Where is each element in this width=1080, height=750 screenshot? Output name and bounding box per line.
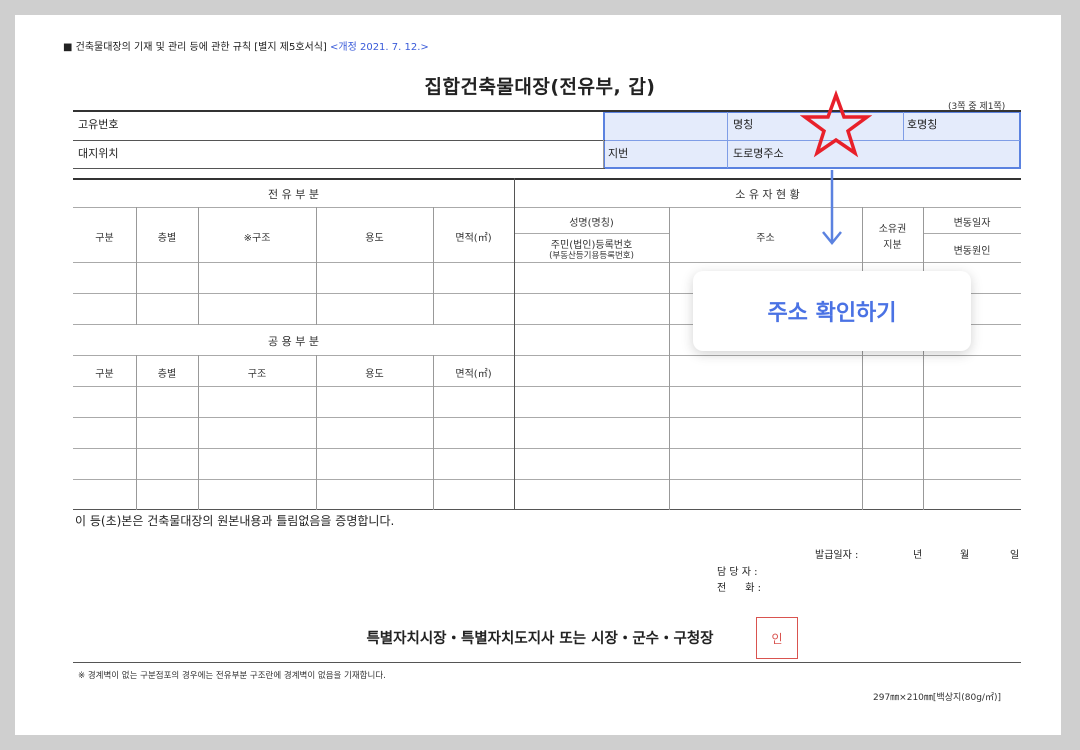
- common-col-division: 구분: [95, 369, 114, 380]
- unit-name-label: 호명칭: [907, 118, 938, 131]
- common-col-area: 면적(㎡): [455, 369, 492, 380]
- exclusive-heading: 전 유 부 분: [268, 188, 319, 201]
- row-divider: [73, 417, 1021, 418]
- row-divider: [73, 355, 1021, 356]
- issue-day: 일: [1010, 550, 1020, 561]
- ownership-heading: 소 유 자 현 황: [735, 188, 800, 201]
- issue-date-label: 발급일자 :: [815, 550, 859, 561]
- lot-no-label: 지번: [608, 147, 629, 160]
- col-divider: [862, 207, 863, 510]
- row-divider: [73, 386, 1021, 387]
- col-divider: [603, 140, 604, 168]
- reg-no-sub-label: (부동산등기용등록번호): [549, 251, 634, 261]
- callout-text: 주소 확인하기: [767, 301, 897, 326]
- address-check-callout[interactable]: 주소 확인하기: [693, 271, 971, 351]
- change-date-label: 변동일자: [953, 218, 991, 229]
- footnote: ※ 경계벽이 없는 구분점포의 경우에는 전유부분 구조란에 경계벽이 없음을 …: [78, 671, 386, 681]
- unique-no-label: 고유번호: [78, 118, 119, 131]
- row-divider: [73, 262, 1021, 263]
- common-col-structure: 구조: [247, 369, 267, 380]
- col-header-area: 면적(㎡): [455, 233, 492, 244]
- common-col-floor: 층별: [157, 369, 177, 380]
- document-title: 집합건축물대장(전유부, 갑): [424, 76, 656, 98]
- common-col-use: 용도: [365, 369, 384, 380]
- owner-name-label: 성명(명칭): [569, 218, 614, 229]
- star-outline-icon: [800, 90, 872, 158]
- col-divider: [433, 207, 434, 325]
- paper-size-note: 297㎜×210㎜[백상지(80g/㎡)]: [873, 693, 1001, 703]
- row-divider: [514, 233, 669, 234]
- issue-year: 년: [913, 550, 923, 561]
- certification-text: 이 등(초)본은 건축물대장의 원본내용과 틀림없음을 증명합니다.: [75, 514, 395, 528]
- row-divider: [73, 479, 1021, 480]
- col-divider: [136, 207, 137, 325]
- road-address-label: 도로명주소: [733, 147, 784, 160]
- arrow-down-icon: [822, 170, 842, 245]
- phone-label: 전 화 :: [717, 583, 762, 594]
- site-location-label: 대지위치: [78, 147, 119, 160]
- share-label-1: 소유권: [878, 224, 907, 235]
- common-heading: 공 용 부 분: [268, 335, 319, 348]
- form-ref-text: ■ 건축물대장의 기재 및 관리 등에 관한 규칙 [별지 제5호서식]: [63, 42, 327, 53]
- highlight-divider: [727, 140, 728, 168]
- revision-text: <개정 2021. 7. 12.>: [330, 42, 429, 53]
- row-divider: [73, 140, 605, 141]
- form-reference: ■ 건축물대장의 기재 및 관리 등에 관한 규칙 [별지 제5호서식] <개정…: [63, 38, 429, 53]
- col-divider: [198, 207, 199, 325]
- table-border: [73, 178, 1021, 180]
- col-header-structure: ※구조: [243, 233, 271, 244]
- issue-month: 월: [960, 550, 970, 561]
- table-bottom: [73, 509, 1021, 510]
- row-divider: [923, 233, 1021, 234]
- row-divider: [73, 207, 1021, 208]
- name-label: 명칭: [733, 118, 754, 131]
- col-header-use: 용도: [365, 233, 384, 244]
- col-divider: [669, 207, 670, 510]
- change-reason-label: 변동원인: [953, 246, 991, 257]
- row-divider: [73, 168, 605, 169]
- seal-text: 인: [771, 631, 783, 646]
- table-border: [73, 110, 1021, 112]
- seal-box: 인: [756, 617, 798, 659]
- share-label-2: 지분: [883, 240, 902, 251]
- col-divider: [316, 207, 317, 325]
- highlight-divider: [727, 112, 728, 141]
- footer-rule: [73, 662, 1021, 663]
- signatory-title: 특별자치시장・특별자치도지사 또는 시장・군수・구청장: [366, 631, 714, 647]
- col-header-floor: 층별: [157, 233, 177, 244]
- officer-label: 담 당 자 :: [717, 567, 758, 578]
- col-header-division: 구분: [95, 233, 114, 244]
- row-divider: [73, 448, 1021, 449]
- highlight-divider: [903, 112, 904, 141]
